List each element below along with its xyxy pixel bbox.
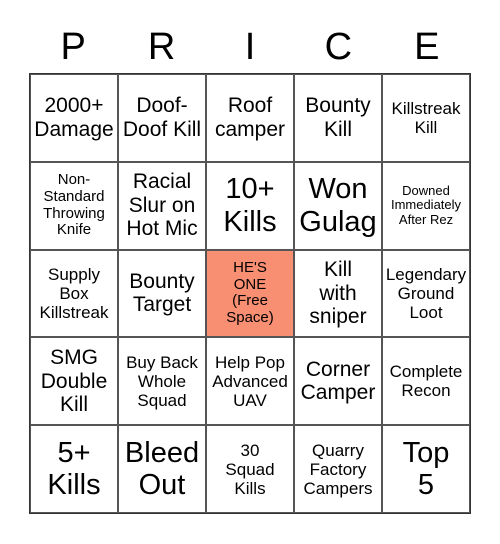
bingo-cell[interactable]: Corner Camper [294,337,382,426]
bingo-cell[interactable]: Kill with sniper [294,249,382,338]
bingo-cell[interactable]: Roof camper [206,74,294,162]
cell-label: 5+ Kills [47,436,101,502]
bingo-cell[interactable]: Help Pop Advanced UAV [206,337,294,426]
bingo-header: P R I C E [29,22,471,72]
cell-label: Corner Camper [300,357,376,405]
cell-label: 2000+ Damage [34,94,114,141]
bingo-cell[interactable]: Bleed Out [118,425,206,513]
bingo-cell[interactable]: Legendary Ground Loot [382,249,470,338]
cell-label: Won Gulag [299,173,377,238]
cell-label: Killstreak Kill [391,98,461,137]
header-letter: R [147,26,176,68]
cell-label: Buy Back Whole Squad [126,352,198,410]
bingo-cell[interactable]: Bounty Target [118,249,206,338]
cell-label: Supply Box Killstreak [39,264,109,322]
cell-label: Downed Immediately After Rez [390,182,462,227]
cell-label: Racial Slur on Hot Mic [126,170,198,241]
cell-label: Legendary Ground Loot [385,264,467,322]
bingo-cell[interactable]: Racial Slur on Hot Mic [118,161,206,250]
bingo-cell[interactable]: Killstreak Kill [382,74,470,162]
bingo-cell[interactable]: Doof-Doof Kill [118,74,206,162]
cell-label: Non-Standard Throwing Knife [43,171,105,239]
bingo-cell[interactable]: Buy Back Whole Squad [118,337,206,426]
cell-label: Bounty Kill [305,94,371,141]
cell-label: Quarry Factory Campers [303,440,373,498]
cell-label: SMG Double Kill [40,346,108,417]
cell-label: 10+ Kills [223,173,277,238]
bingo-cell[interactable]: Supply Box Killstreak [30,249,118,338]
cell-label: Doof-Doof Kill [122,94,202,141]
bingo-cell[interactable]: 5+ Kills [30,425,118,513]
cell-label: Bleed Out [124,436,200,502]
cell-label: 30 Squad Kills [225,440,275,498]
cell-label: Bounty Target [129,269,195,317]
header-letter: E [414,26,440,68]
bingo-board: 2000+ Damage Doof-Doof Kill Roof camper … [29,73,471,514]
bingo-cell[interactable]: 10+ Kills [206,161,294,250]
cell-label: Help Pop Advanced UAV [212,352,288,410]
bingo-cell[interactable]: Non-Standard Throwing Knife [30,161,118,250]
cell-label: Roof camper [214,94,286,141]
cell-label: Complete Recon [389,362,463,401]
cell-label: Top 5 [402,436,450,502]
bingo-cell[interactable]: 2000+ Damage [30,74,118,162]
bingo-cell[interactable]: SMG Double Kill [30,337,118,426]
free-space-cell[interactable]: HE'S ONE (Free Space) [206,249,294,338]
bingo-cell[interactable]: Bounty Kill [294,74,382,162]
bingo-cell[interactable]: 30 Squad Kills [206,425,294,513]
bingo-cell[interactable]: Complete Recon [382,337,470,426]
cell-label: Kill with sniper [309,258,367,329]
header-letter: C [324,26,353,68]
cell-label: HE'S ONE (Free Space) [226,258,274,327]
bingo-cell[interactable]: Top 5 [382,425,470,513]
bingo-cell[interactable]: Quarry Factory Campers [294,425,382,513]
header-letter: P [60,26,86,68]
header-letter: I [244,26,256,68]
bingo-cell[interactable]: Downed Immediately After Rez [382,161,470,250]
bingo-cell[interactable]: Won Gulag [294,161,382,250]
